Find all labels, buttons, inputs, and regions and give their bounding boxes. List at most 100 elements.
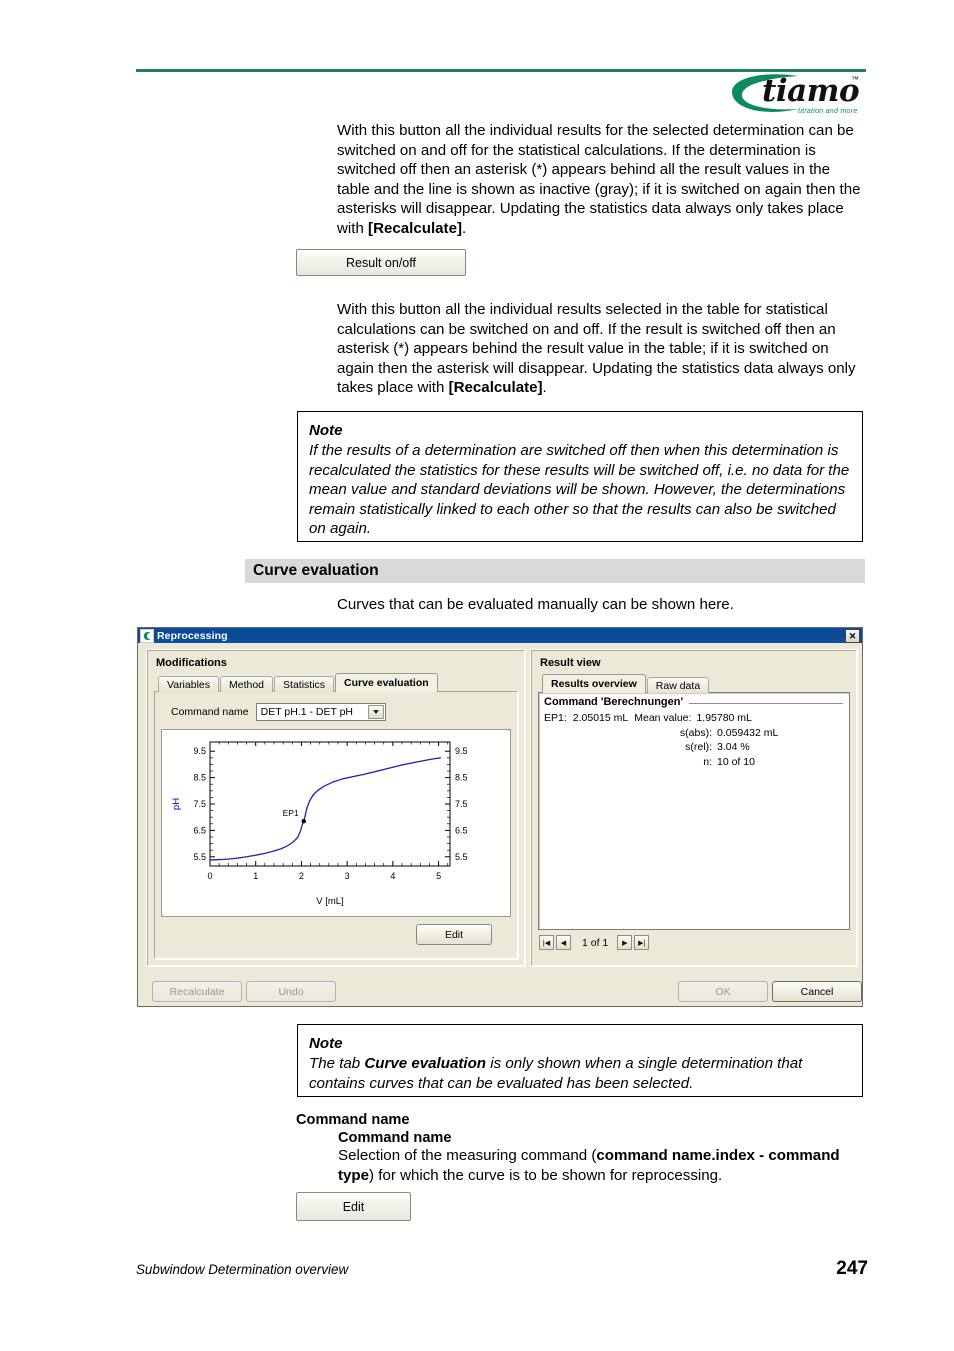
svg-text:5: 5 [436,871,441,881]
command-name-label: Command name [171,706,249,718]
svg-text:9.5: 9.5 [455,746,468,756]
tab-variables-label: Variables [167,678,210,691]
tab-raw-data[interactable]: Raw data [646,677,710,693]
modifications-tabstrip[interactable]: Variables Method Statistics Curve evalua… [158,673,439,692]
result-onoff-button[interactable]: Result on/off [296,249,466,276]
edit-button-bottom[interactable]: Edit [296,1192,411,1221]
cancel-button[interactable]: Cancel [772,981,862,1002]
svg-text:2: 2 [299,871,304,881]
result-row-key-3: n: [703,755,712,768]
result-row-value-1: 0.059432 mL [717,726,779,739]
svg-text:™: ™ [851,75,859,84]
svg-text:V [mL]: V [mL] [316,896,343,907]
recalculate-ref-1: [Recalculate] [368,219,462,237]
results-overview-pane[interactable]: Command 'Berechnungen' EP1: 2.05015 mL M… [538,692,850,930]
note-bottom-title: Note [309,1035,343,1052]
svg-text:EP1: EP1 [283,808,299,818]
result-ep-label: EP1: [544,712,567,724]
app-icon [140,628,154,643]
result-navigation[interactable]: |◀ ◀ 1 of 1 ▶ ▶| [539,935,651,950]
command-name-heading: Command name [296,1112,410,1128]
tab-results-overview[interactable]: Results overview [542,674,646,693]
result-row-value-2: 3.04 % [717,741,750,753]
dialog-titlebar[interactable]: Reprocessing ✕ [138,628,862,643]
tab-method-label: Method [229,678,265,691]
result-values-list: EP1: 2.05015 mL Mean value: 1.95780 mL s… [544,711,843,769]
tab-variables[interactable]: Variables [158,676,219,692]
page-number: 247 [836,1258,868,1279]
note-bottom-body: The tab Curve evaluation is only shown w… [309,1054,851,1093]
tab-method[interactable]: Method [220,676,274,692]
curve-chart-svg: 5.5 5.56.5 6.57.5 7.58.5 8.59.5 9.50 1 2 3 4 5EP1 … [162,730,508,914]
svg-text:5.5: 5.5 [455,852,468,862]
section-lead-label: Curves that can be evaluated manually ca… [337,596,734,613]
svg-text:3: 3 [345,871,350,881]
recalculate-ref-2: [Recalculate] [448,379,543,397]
note-bottom-text-a: The tab [309,1055,365,1072]
svg-text:5.5: 5.5 [193,852,206,862]
result-row-key-1: s(abs): [679,726,712,739]
tiamo-logo: tiamo ™ titration and more [726,68,866,120]
result-row-sabs: s(abs): 0.059432 mL [544,726,843,741]
ok-button-label: OK [715,985,731,998]
next-page-icon[interactable]: ▶ [617,935,633,950]
paragraph-2-text: With this button all the individual resu… [337,301,856,397]
tab-results-overview-label: Results overview [551,678,637,690]
footer-subwindow-label: Subwindow Determination overview [136,1262,349,1277]
svg-text:8.5: 8.5 [193,773,206,783]
last-page-icon[interactable]: ▶| [634,935,650,950]
svg-text:pH: pH [171,798,182,810]
result-row-value-3: 10 of 10 [717,755,755,768]
modifications-group-title: Modifications [154,657,229,669]
recalculate-button[interactable]: Recalculate [152,981,242,1002]
command-name-subheading: Command name [338,1130,452,1146]
svg-text:1: 1 [253,871,258,881]
edit-button-label: Edit [444,928,464,941]
ok-button[interactable]: OK [678,981,768,1002]
note-bottom-emphasis: Curve evaluation [364,1055,487,1072]
result-row-srel: s(rel): 3.04 % [544,740,843,755]
curve-chart[interactable]: 5.5 5.5 6.5 6.5 7.5 7.5 8.5 8.5 9.5 9.5 0 1 2 3 4 5 EP1 … [161,729,511,917]
result-row-value-0: 1.95780 mL [696,712,752,724]
paragraph-1-period: . [462,219,467,237]
tab-curve-evaluation[interactable]: Curve evaluation [335,673,438,692]
svg-text:6.5: 6.5 [455,825,468,835]
note-top-title: Note [309,422,343,439]
tab-statistics[interactable]: Statistics [274,676,335,692]
tab-raw-data-label: Raw data [655,679,701,692]
dialog-body: Modifications Variables Method Statistic… [138,643,862,1006]
section-lead-text: Curves that can be evaluated manually ca… [337,595,864,615]
chevron-down-icon[interactable] [367,705,384,719]
page: tiamo ™ titration and more With this but… [0,0,954,1351]
paragraph-result-switch: With this button all the individual resu… [337,121,864,239]
result-row-n: n: 10 of 10 [544,755,843,770]
result-row-ep1: EP1: 2.05015 mL Mean value: 1.95780 mL [544,711,843,726]
command-desc-a: Selection of the measuring command ( [338,1147,597,1164]
result-row-key-0: Mean value: [634,712,692,724]
command-name-row: Command name DET pH.1 - DET pH [171,703,386,721]
paragraph-result-selected: With this button all the individual resu… [337,300,864,398]
undo-button[interactable]: Undo [246,981,336,1002]
svg-text:tiamo: tiamo [762,73,859,109]
result-command-title: Command 'Berechnungen' [544,696,684,708]
edit-button[interactable]: Edit [416,924,492,945]
note-top-body: If the results of a determination are sw… [309,442,850,538]
svg-text:4: 4 [390,871,395,881]
svg-text:8.5: 8.5 [455,773,468,783]
result-command-header: Command 'Berechnungen' [544,696,843,708]
result-view-tabstrip[interactable]: Results overview Raw data [542,674,710,693]
first-page-icon[interactable]: |◀ [539,935,554,950]
close-icon[interactable]: ✕ [845,629,860,643]
result-onoff-label: Result on/off [346,255,416,270]
command-name-select[interactable]: DET pH.1 - DET pH [255,703,386,721]
dialog-title: Reprocessing [157,629,228,642]
reprocessing-dialog: Reprocessing ✕ Modifications Variables M… [137,627,863,1007]
prev-page-icon[interactable]: ◀ [556,935,571,950]
edit-button-bottom-label: Edit [342,1199,365,1214]
svg-text:0: 0 [207,871,212,881]
result-view-group-title: Result view [538,657,603,669]
recalculate-button-label: Recalculate [169,985,225,998]
tab-statistics-label: Statistics [283,678,326,691]
section-heading-label: Curve evaluation [253,562,379,579]
command-name-description: Selection of the measuring command (comm… [338,1146,858,1185]
